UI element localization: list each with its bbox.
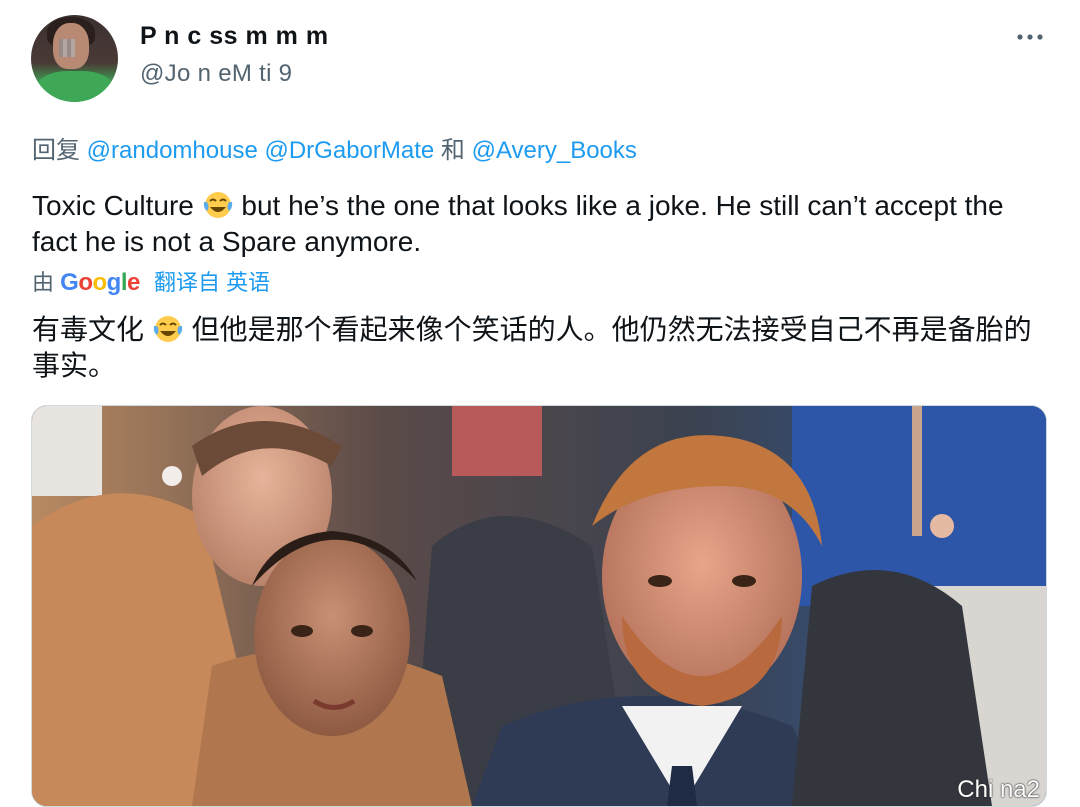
avatar-shoulders bbox=[37, 71, 113, 102]
avatar-mosaic bbox=[59, 39, 75, 57]
tweet-text: Toxic Culture but he’s the one that look… bbox=[32, 188, 1042, 260]
display-name[interactable]: P n c ss m m m bbox=[140, 22, 329, 51]
reply-line: 回复 @randomhouse @DrGaborMate 和 @Avery_Bo… bbox=[32, 130, 637, 165]
translated-text-part1: 有毒文化 bbox=[32, 314, 145, 345]
photo-illustration bbox=[32, 406, 1046, 806]
mention-drgabormate[interactable]: @DrGaborMate bbox=[264, 137, 434, 164]
avatar[interactable] bbox=[31, 15, 118, 102]
translate-by: 由 bbox=[32, 270, 55, 295]
translated-from-link[interactable]: 翻译自 英语 bbox=[154, 270, 270, 295]
tweet-media-photo[interactable]: Chi na2 bbox=[31, 405, 1047, 807]
tears-of-joy-emoji-icon bbox=[203, 192, 232, 218]
reply-and: 和 bbox=[440, 137, 465, 164]
handle[interactable]: @Jo n eM ti 9 bbox=[140, 60, 292, 88]
translated-text: 有毒文化 但他是那个看起来像个笑话的人。他仍然无法接受自己不再是备胎的事实。 bbox=[32, 312, 1042, 384]
tears-of-joy-emoji-icon bbox=[153, 316, 182, 342]
mention-avery-books[interactable]: @Avery_Books bbox=[472, 137, 637, 164]
mention-randomhouse[interactable]: @randomhouse bbox=[87, 137, 258, 164]
tweet-text-part1: Toxic Culture bbox=[32, 190, 194, 221]
reply-prefix: 回复 bbox=[32, 137, 80, 164]
more-icon[interactable] bbox=[1010, 24, 1050, 50]
google-logo: Google bbox=[60, 269, 140, 296]
watermark: Chi na2 bbox=[957, 776, 1040, 803]
translation-attribution: 由 Google 翻译自 英语 bbox=[32, 265, 270, 297]
